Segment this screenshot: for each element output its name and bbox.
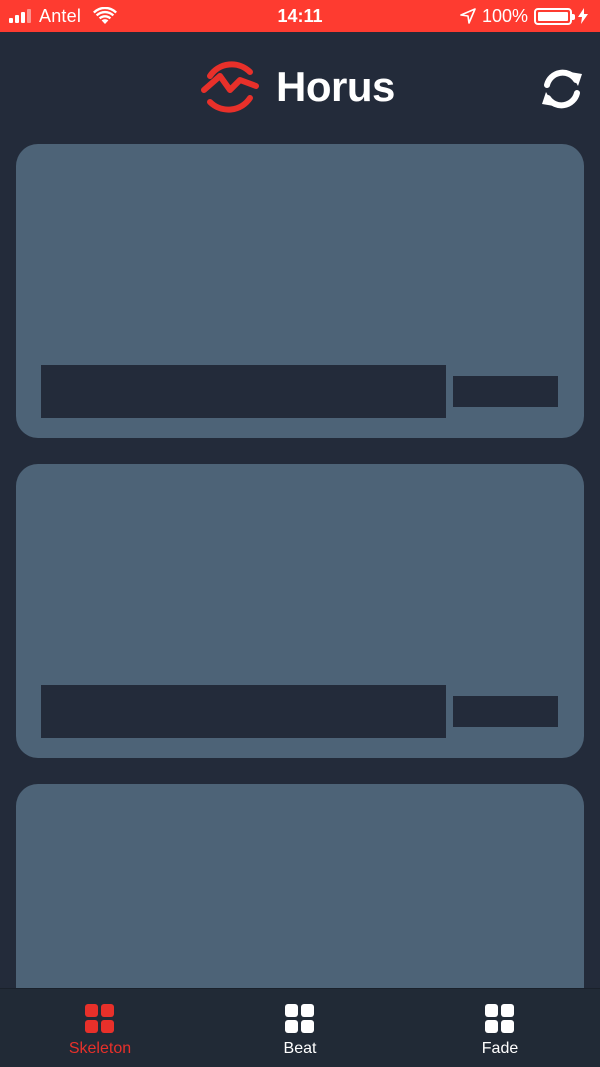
tab-skeleton[interactable]: Skeleton xyxy=(0,989,200,1067)
status-bar: Antel 14:11 100% xyxy=(0,0,600,32)
tab-beat[interactable]: Beat xyxy=(200,989,400,1067)
charging-bolt-icon xyxy=(578,8,588,24)
brand-name: Horus xyxy=(276,63,395,110)
tab-label: Beat xyxy=(283,1040,317,1057)
app-header: Horus xyxy=(0,32,600,144)
skeleton-title-bar xyxy=(41,685,446,738)
refresh-icon[interactable] xyxy=(538,68,586,110)
horus-logo-icon xyxy=(201,61,259,113)
tab-label: Fade xyxy=(481,1040,519,1057)
location-arrow-icon xyxy=(460,8,476,24)
status-right: 100% xyxy=(460,0,588,32)
grid-icon xyxy=(285,1004,315,1034)
skeleton-card[interactable] xyxy=(16,784,584,988)
battery-icon xyxy=(534,7,575,25)
skeleton-meta-bar xyxy=(453,376,558,407)
skeleton-card[interactable] xyxy=(16,144,584,438)
tab-bar: Skeleton Beat Fade xyxy=(0,988,600,1067)
skeleton-meta-bar xyxy=(453,696,558,727)
skeleton-title-bar xyxy=(41,365,446,418)
card-list[interactable] xyxy=(0,144,600,988)
grid-icon xyxy=(485,1004,515,1034)
skeleton-card[interactable] xyxy=(16,464,584,758)
brand-logo: Horus xyxy=(198,56,395,118)
tab-fade[interactable]: Fade xyxy=(400,989,600,1067)
tab-label: Skeleton xyxy=(68,1040,132,1057)
grid-icon xyxy=(85,1004,115,1034)
battery-percent: 100% xyxy=(481,5,528,26)
